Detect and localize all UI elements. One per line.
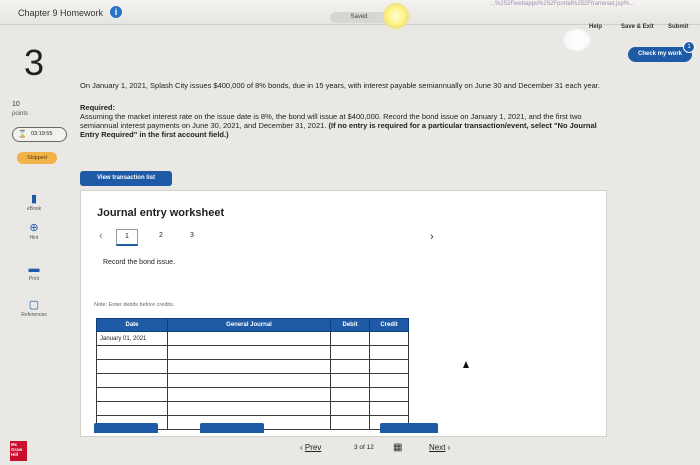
credit-cell[interactable]	[369, 331, 409, 346]
sidebar-item-ebook[interactable]: ▮ eBook	[14, 193, 54, 212]
required-label: Required:	[80, 103, 116, 112]
view-transaction-list-button[interactable]: View transaction list	[80, 171, 172, 186]
grid-icon[interactable]: ▦	[393, 442, 402, 453]
top-bar: Chapter 9 Homework i Saved ...%252Fwebap…	[0, 0, 700, 25]
chevron-left-icon[interactable]: ‹	[99, 230, 103, 242]
sidebar-item-label: eBook	[26, 206, 42, 212]
column-header-date: Date	[96, 318, 168, 332]
points-value: 10	[12, 101, 20, 108]
sidebar-item-label: References	[21, 312, 47, 318]
journal-table: Date General Journal Debit Credit Januar…	[96, 318, 409, 430]
timer: ⌛ 03:19:55	[12, 127, 67, 142]
question-counter: 3 of 12	[354, 444, 374, 451]
tab-entry-1[interactable]: 1	[116, 229, 138, 246]
book-icon: ▮	[30, 193, 38, 205]
timer-value: 03:19:55	[31, 131, 53, 137]
debit-cell[interactable]	[330, 387, 370, 402]
credit-cell[interactable]	[369, 387, 409, 402]
sidebar-item-hint[interactable]: ⊕ Hint	[14, 222, 54, 241]
chevron-right-icon[interactable]: ›	[430, 231, 434, 243]
tab-entry-3[interactable]: 3	[182, 229, 202, 243]
clear-entry-button[interactable]	[200, 423, 264, 433]
hourglass-icon: ⌛	[18, 131, 27, 138]
screen-glare	[383, 3, 409, 29]
saved-status: Saved	[330, 12, 388, 23]
table-row	[96, 401, 409, 416]
date-cell[interactable]: January 01, 2021	[96, 331, 168, 346]
info-icon[interactable]: i	[110, 6, 122, 18]
screen-glare	[563, 29, 591, 51]
hint-icon: ⊕	[29, 222, 39, 234]
debit-cell[interactable]	[330, 359, 370, 374]
record-entry-button[interactable]	[94, 423, 158, 433]
chapter-title: Chapter 9 Homework	[18, 8, 104, 18]
debit-cell[interactable]	[330, 331, 370, 346]
table-row	[96, 387, 409, 402]
credit-cell[interactable]	[369, 359, 409, 374]
journal-worksheet-panel: Journal entry worksheet ‹ 1 2 3 › Record…	[80, 190, 607, 437]
debit-cell[interactable]	[330, 345, 370, 360]
account-cell[interactable]	[167, 373, 331, 388]
date-cell[interactable]	[96, 373, 168, 388]
help-button[interactable]: Help	[589, 24, 602, 30]
column-header-credit: Credit	[369, 318, 409, 332]
references-icon: ▢	[28, 299, 40, 311]
table-row: January 01, 2021	[96, 331, 409, 346]
submit-button[interactable]: Submit	[668, 24, 688, 30]
credit-cell[interactable]	[369, 373, 409, 388]
credit-cell[interactable]	[369, 401, 409, 416]
mcgraw-hill-logo: Mc Graw Hill	[10, 441, 27, 461]
date-cell[interactable]	[96, 345, 168, 360]
table-row	[96, 373, 409, 388]
question-number: 3	[24, 42, 45, 83]
skipped-badge: Skipped	[17, 152, 57, 164]
print-icon: ▬	[28, 263, 40, 275]
column-header-general-journal: General Journal	[167, 318, 331, 332]
next-button[interactable]: Next ›	[429, 443, 450, 452]
problem-statement: On January 1, 2021, Splash City issues $…	[80, 81, 600, 90]
save-exit-button[interactable]: Save & Exit	[621, 24, 654, 30]
account-cell[interactable]	[167, 387, 331, 402]
sidebar-item-print[interactable]: ▬ Print	[14, 263, 54, 282]
column-header-debit: Debit	[330, 318, 370, 332]
date-cell[interactable]	[96, 387, 168, 402]
prev-label: Prev	[304, 443, 322, 452]
check-count-badge: 1	[683, 41, 695, 53]
worksheet-instruction: Record the bond issue.	[103, 259, 175, 266]
sidebar-item-label: Hint	[29, 235, 39, 241]
check-my-work-button[interactable]: Check my work	[628, 47, 692, 62]
worksheet-title: Journal entry worksheet	[97, 207, 225, 219]
tab-entry-2[interactable]: 2	[151, 229, 171, 243]
debit-cell[interactable]	[330, 415, 370, 430]
url-fragment: ...%252Fwebapps%252Fportal%252Fframeset.…	[490, 1, 635, 7]
next-label: Next	[429, 443, 446, 452]
points-label: points	[12, 111, 29, 117]
date-cell[interactable]	[96, 359, 168, 374]
account-cell[interactable]	[167, 359, 331, 374]
credit-cell[interactable]	[369, 345, 409, 360]
debit-cell[interactable]	[330, 373, 370, 388]
debit-cell[interactable]	[330, 401, 370, 416]
date-cell[interactable]	[96, 401, 168, 416]
worksheet-note: Note: Enter debits before credits.	[94, 302, 175, 308]
account-cell[interactable]	[167, 401, 331, 416]
prev-button[interactable]: ‹ Prev	[300, 443, 321, 452]
table-row	[96, 359, 409, 374]
table-row	[96, 345, 409, 360]
view-general-journal-button[interactable]	[380, 423, 438, 433]
required-text: Assuming the market interest rate on the…	[80, 112, 615, 139]
sidebar-item-references[interactable]: ▢ References	[14, 299, 54, 318]
mouse-cursor-icon	[463, 361, 469, 368]
account-cell[interactable]	[167, 331, 331, 346]
sidebar-item-label: Print	[28, 276, 40, 282]
account-cell[interactable]	[167, 345, 331, 360]
